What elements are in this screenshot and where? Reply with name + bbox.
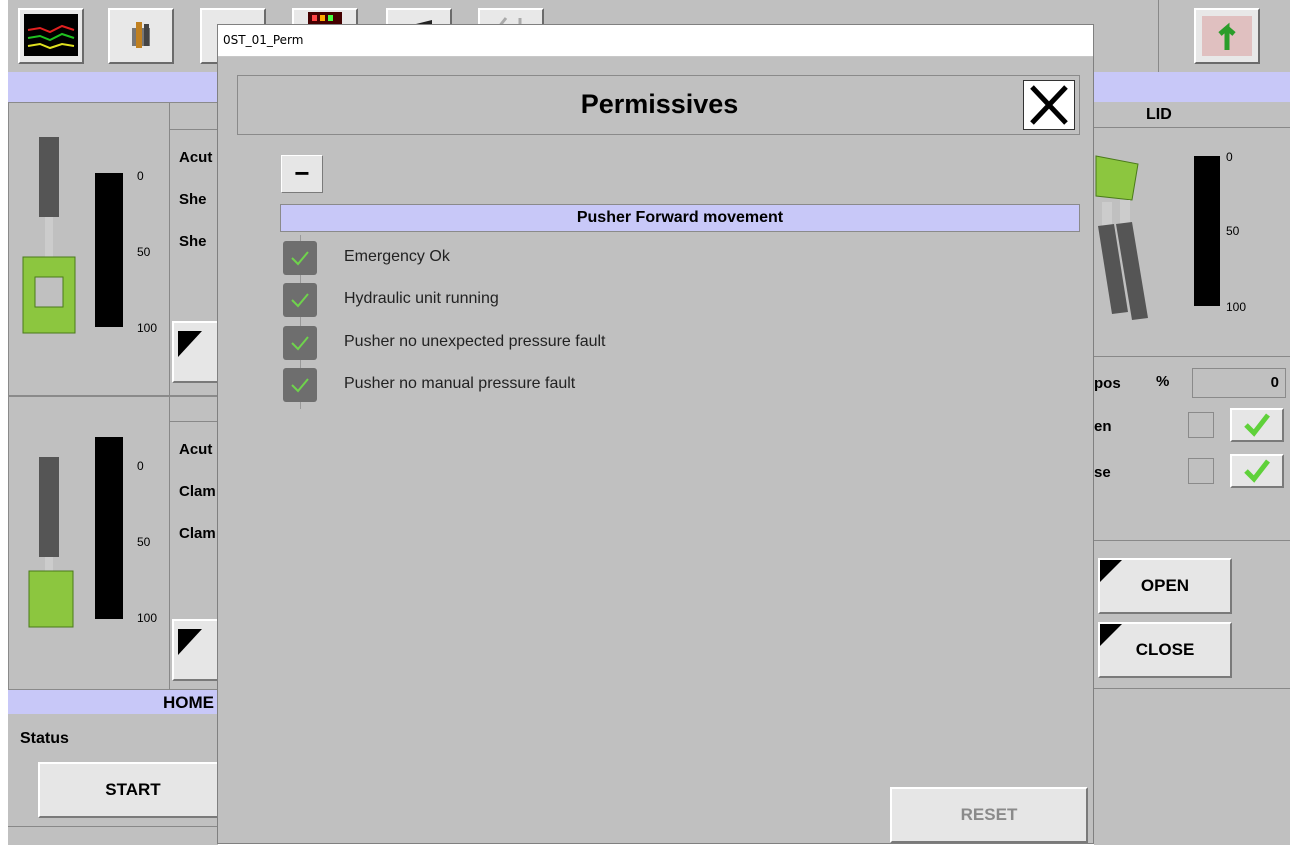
section-title: Pusher Forward movement [280, 204, 1080, 232]
lid-gauge-tick-50: 50 [1226, 224, 1240, 238]
left-panel-lower: 0 50 100 Acut Clam Clam [8, 396, 222, 691]
home-bar: HOME [8, 690, 218, 714]
lid-close-check[interactable] [1230, 454, 1284, 488]
collapse-button[interactable]: − [281, 155, 323, 193]
gauge-tick-100: 100 [137, 321, 158, 335]
lid-close-indicator [1188, 458, 1214, 484]
gauge-upper [95, 173, 123, 327]
label-she-2: She [179, 233, 207, 250]
window-title: 0ST_01_Perm [223, 33, 304, 47]
label-clam-2: Clam [179, 525, 216, 542]
permissive-item: Emergency Ok [283, 241, 1073, 275]
lid-gauge-tick-0: 0 [1226, 150, 1233, 164]
lid-close-button[interactable]: CLOSE [1098, 622, 1232, 678]
label-she: She [179, 191, 207, 208]
lid-gauge-tick-100: 100 [1226, 300, 1247, 314]
permissive-item: Pusher no unexpected pressure fault [283, 326, 1073, 360]
home-label: HOME [163, 693, 214, 712]
lid-pos-unit: % [1156, 373, 1170, 390]
gauge-tick-50-lower: 50 [137, 535, 151, 549]
lid-panel: LID 0 50 100 pos % 0 en se OPEN CLOSE [1094, 102, 1290, 845]
permissive-label: Emergency Ok [344, 248, 450, 265]
lid-open-check[interactable] [1230, 408, 1284, 442]
lid-actuator-icon [1095, 155, 1148, 320]
permissive-item: Hydraulic unit running [283, 283, 1073, 317]
status-label: Status [20, 730, 69, 747]
export-icon[interactable] [1194, 8, 1260, 64]
lid-close-label: se [1094, 464, 1111, 481]
permissive-item: Pusher no manual pressure fault [283, 368, 1073, 402]
close-icon[interactable] [1023, 80, 1075, 130]
label-acut: Acut [179, 149, 213, 166]
permissive-label: Hydraulic unit running [344, 290, 499, 307]
lid-title: LID [1146, 106, 1172, 123]
gauge-tick-100-lower: 100 [137, 611, 158, 625]
reset-button[interactable]: RESET [890, 787, 1088, 843]
permissives-header: Permissives [237, 75, 1080, 135]
lid-pos-value: 0 [1270, 374, 1279, 391]
checkbox-checked-icon [283, 283, 317, 317]
left-panel-upper: 0 50 100 Acut She She [8, 102, 222, 397]
checkbox-checked-icon [283, 241, 317, 275]
permissive-label: Pusher no unexpected pressure fault [344, 333, 606, 350]
checkbox-checked-icon [283, 326, 317, 360]
gauge-tick-0: 0 [137, 169, 144, 183]
lid-open-button[interactable]: OPEN [1098, 558, 1232, 614]
mode-button-lower[interactable] [172, 619, 222, 681]
gauge-tick-0-lower: 0 [137, 459, 144, 473]
mode-button-upper[interactable] [172, 321, 222, 383]
lid-pos-label: pos [1094, 375, 1121, 392]
gauge-tick-50: 50 [137, 245, 151, 259]
lid-open-indicator [1188, 412, 1214, 438]
checkbox-checked-icon [283, 368, 317, 402]
permissive-label: Pusher no manual pressure fault [344, 375, 576, 392]
maintenance-icon[interactable] [108, 8, 174, 64]
lid-gauge [1194, 156, 1220, 306]
label-clam: Clam [179, 483, 216, 500]
lid-open-button-label: OPEN [1140, 576, 1190, 595]
label-acut-lower: Acut [179, 441, 213, 458]
lid-pos-field: 0 [1192, 368, 1286, 398]
trend-icon[interactable] [18, 8, 84, 64]
actuator-shear-icon [22, 137, 76, 334]
lid-close-button-label: CLOSE [1135, 640, 1195, 659]
window-titlebar[interactable]: 0ST_01_Perm [218, 25, 1093, 57]
check-icon [1244, 459, 1270, 483]
check-icon [1244, 413, 1270, 437]
header-title: Permissives [580, 89, 739, 119]
start-button[interactable]: START [38, 762, 228, 818]
permissives-window: 0ST_01_Perm Permissives − Pusher Forward… [217, 24, 1094, 844]
lid-open-label: en [1094, 418, 1112, 435]
actuator-clamp-icon [28, 457, 74, 628]
gauge-lower [95, 437, 123, 619]
